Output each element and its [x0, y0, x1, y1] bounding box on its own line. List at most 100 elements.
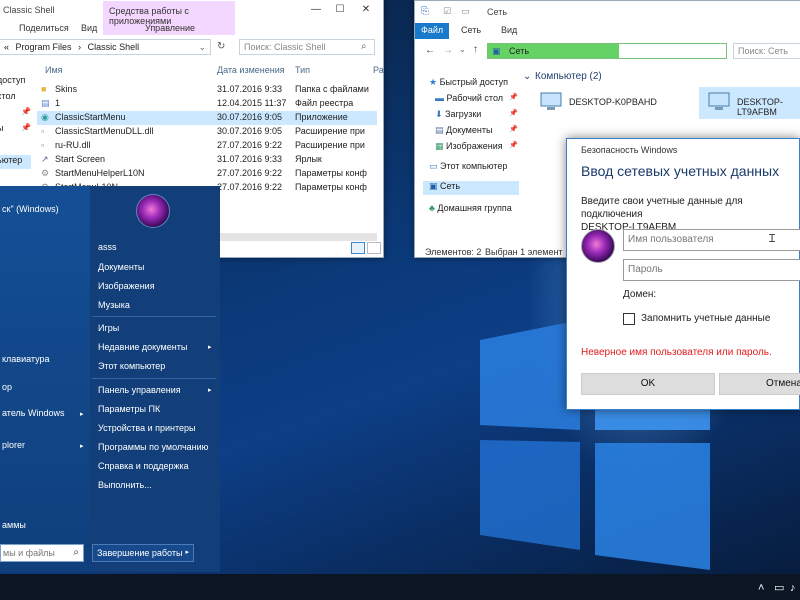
dll-icon: ▫: [41, 140, 45, 150]
dialog-title: Безопасность Windows: [581, 145, 678, 155]
error-message: Неверное имя пользователя или пароль.: [581, 347, 772, 358]
column-header-name[interactable]: Имя: [45, 65, 63, 75]
computer-item[interactable]: DESKTOP-LT9AFBM: [699, 87, 800, 119]
window-title: Classic Shell: [3, 5, 55, 15]
start-item-run[interactable]: Выполнить...: [98, 480, 152, 490]
horizontal-scrollbar[interactable]: [217, 233, 377, 241]
nav-item-this-pc[interactable]: ▭ Этот компьютер: [429, 161, 507, 172]
large-icons-view-icon[interactable]: [367, 242, 381, 254]
qat-properties-icon[interactable]: ☑: [443, 6, 451, 17]
nav-item-network[interactable]: ▣ Сеть: [423, 181, 519, 195]
breadcrumb-overflow[interactable]: «: [4, 42, 9, 52]
chevron-down-icon[interactable]: ⌄: [198, 40, 206, 54]
nav-item-pictures[interactable]: ▦ Изображения: [435, 141, 503, 152]
qat-new-folder-icon[interactable]: ▭: [461, 6, 470, 17]
start-item-devices-printers[interactable]: Устройства и принтеры: [98, 423, 196, 433]
network-tray-icon[interactable]: ▭: [774, 581, 784, 594]
breadcrumb-program-files[interactable]: Program Files: [16, 42, 72, 52]
group-collapse-icon[interactable]: ⌄: [523, 71, 531, 82]
address-bar[interactable]: « Program Files › Classic Shell ⌄: [0, 39, 211, 55]
nav-item-desktop[interactable]: ▬ Рабочий стол: [435, 93, 503, 103]
nav-item-quick-access[interactable]: ★ Быстрый доступ: [429, 77, 508, 88]
file-row[interactable]: ▤ 1 12.04.2015 11:37 Файл реестра: [37, 97, 377, 111]
up-arrow-icon[interactable]: ↑: [473, 44, 478, 55]
start-item-program[interactable]: атель Windows: [2, 408, 65, 418]
search-input[interactable]: Поиск: Classic Shell: [239, 39, 375, 55]
forward-arrow-icon[interactable]: →: [443, 45, 453, 56]
remember-label[interactable]: Запомнить учетные данные: [641, 313, 770, 324]
computer-icon: ▭: [429, 161, 438, 171]
start-item-program[interactable]: plorer: [2, 440, 25, 450]
chevron-right-icon: ▸: [208, 344, 212, 351]
start-item-program[interactable]: ск" (Windows): [2, 204, 59, 214]
title-bar[interactable]: Classic Shell Средства работы с приложен…: [0, 0, 383, 35]
start-item-pictures[interactable]: Изображения: [98, 281, 155, 291]
file-row[interactable]: ▫ ClassicStartMenuDLL.dll 30.07.2016 9:0…: [37, 125, 377, 139]
refresh-icon[interactable]: ↻: [217, 41, 225, 52]
computer-item[interactable]: DESKTOP-K0PBAHD: [539, 89, 689, 117]
cancel-button[interactable]: Отмена: [719, 373, 800, 395]
file-row[interactable]: ▫ ru-RU.dll 27.07.2016 9:22 Расширение п…: [37, 139, 377, 153]
title-bar[interactable]: ⎘ ☑ ▭ Сеть: [415, 1, 800, 23]
start-item-control-panel[interactable]: Панель управления: [98, 385, 181, 395]
column-header-date[interactable]: Дата изменения: [217, 65, 285, 75]
group-header[interactable]: Компьютер (2): [535, 71, 602, 82]
file-row[interactable]: ◉ ClassicStartMenu 30.07.2016 9:05 Прило…: [37, 111, 377, 125]
file-row[interactable]: ↗ Start Screen 31.07.2016 9:33 Ярлык: [37, 153, 377, 167]
nav-item-documents[interactable]: ы: [0, 123, 3, 133]
details-view-icon[interactable]: [351, 242, 365, 254]
start-item-games[interactable]: Игры: [98, 323, 119, 333]
maximize-icon[interactable]: ☐: [329, 2, 351, 18]
file-row[interactable]: ■ Skins 31.07.2016 9:33 Папка с файлами: [37, 83, 377, 97]
close-icon[interactable]: ✕: [355, 2, 377, 18]
search-icon[interactable]: ⌕: [361, 41, 367, 52]
recent-locations-icon[interactable]: ⌄: [459, 45, 466, 54]
nav-item-downloads[interactable]: ⬇ Загрузки: [435, 109, 481, 120]
nav-item-homegroup[interactable]: ♣ Домашняя группа: [429, 203, 512, 213]
search-input[interactable]: Поиск: Сеть: [733, 43, 800, 59]
nav-item-documents[interactable]: ▤ Документы: [435, 125, 492, 136]
chevron-up-icon[interactable]: ˄: [758, 582, 764, 594]
back-arrow-icon[interactable]: ←: [425, 45, 435, 56]
password-field[interactable]: Пароль: [623, 259, 800, 281]
column-header-size[interactable]: Ра: [373, 65, 384, 75]
nav-item-this-pc[interactable]: ьютер: [0, 155, 31, 169]
start-item-help-support[interactable]: Справка и поддержка: [98, 461, 189, 471]
column-header-type[interactable]: Тип: [295, 65, 310, 75]
tab-network[interactable]: Сеть: [461, 25, 481, 35]
all-programs-item[interactable]: аммы: [2, 520, 26, 530]
tab-view[interactable]: Вид: [501, 25, 517, 35]
address-bar[interactable]: ▣ Сеть: [487, 43, 727, 59]
file-type: Параметры конф: [295, 168, 367, 178]
start-item-pc-settings[interactable]: Параметры ПК: [98, 404, 160, 414]
start-item-documents[interactable]: Документы: [98, 262, 144, 272]
tab-file[interactable]: Файл: [415, 23, 450, 39]
nav-item-desktop[interactable]: стол: [0, 91, 16, 101]
chevron-right-icon[interactable]: ▸: [185, 548, 189, 556]
start-item-program[interactable]: клавиатура: [2, 354, 50, 364]
tab-share[interactable]: Поделиться: [19, 23, 69, 33]
search-icon[interactable]: ⌕: [73, 547, 79, 558]
nav-item-quick-access[interactable]: доступ: [0, 75, 25, 85]
computer-icon: [540, 92, 562, 110]
volume-icon[interactable]: ♪: [790, 582, 796, 594]
file-type: Папка с файлами: [295, 84, 369, 94]
remember-checkbox[interactable]: [623, 313, 635, 325]
pin-icon: 📌: [509, 142, 518, 149]
file-row[interactable]: ⚙ StartMenuHelperL10N 27.07.2016 9:22 Па…: [37, 167, 377, 181]
start-item-recent-documents[interactable]: Недавние документы: [98, 342, 187, 352]
start-item-user[interactable]: asss: [98, 242, 117, 252]
shutdown-button[interactable]: Завершение работы ▸: [92, 544, 194, 562]
start-item-music[interactable]: Музыка: [98, 300, 130, 310]
avatar[interactable]: [136, 194, 170, 228]
start-item-default-programs[interactable]: Программы по умолчанию: [98, 442, 208, 452]
tab-manage[interactable]: Управление: [145, 23, 195, 33]
tab-view[interactable]: Вид: [81, 23, 97, 33]
start-item-this-pc[interactable]: Этот компьютер: [98, 361, 165, 371]
start-search-input[interactable]: мы и файлы ⌕: [0, 544, 84, 562]
minimize-icon[interactable]: —: [305, 2, 327, 18]
breadcrumb-classic-shell[interactable]: Classic Shell: [88, 42, 140, 52]
file-name: StartMenuHelperL10N: [55, 168, 145, 178]
ok-button[interactable]: OK: [581, 373, 715, 395]
start-item-program[interactable]: ор: [2, 382, 12, 392]
